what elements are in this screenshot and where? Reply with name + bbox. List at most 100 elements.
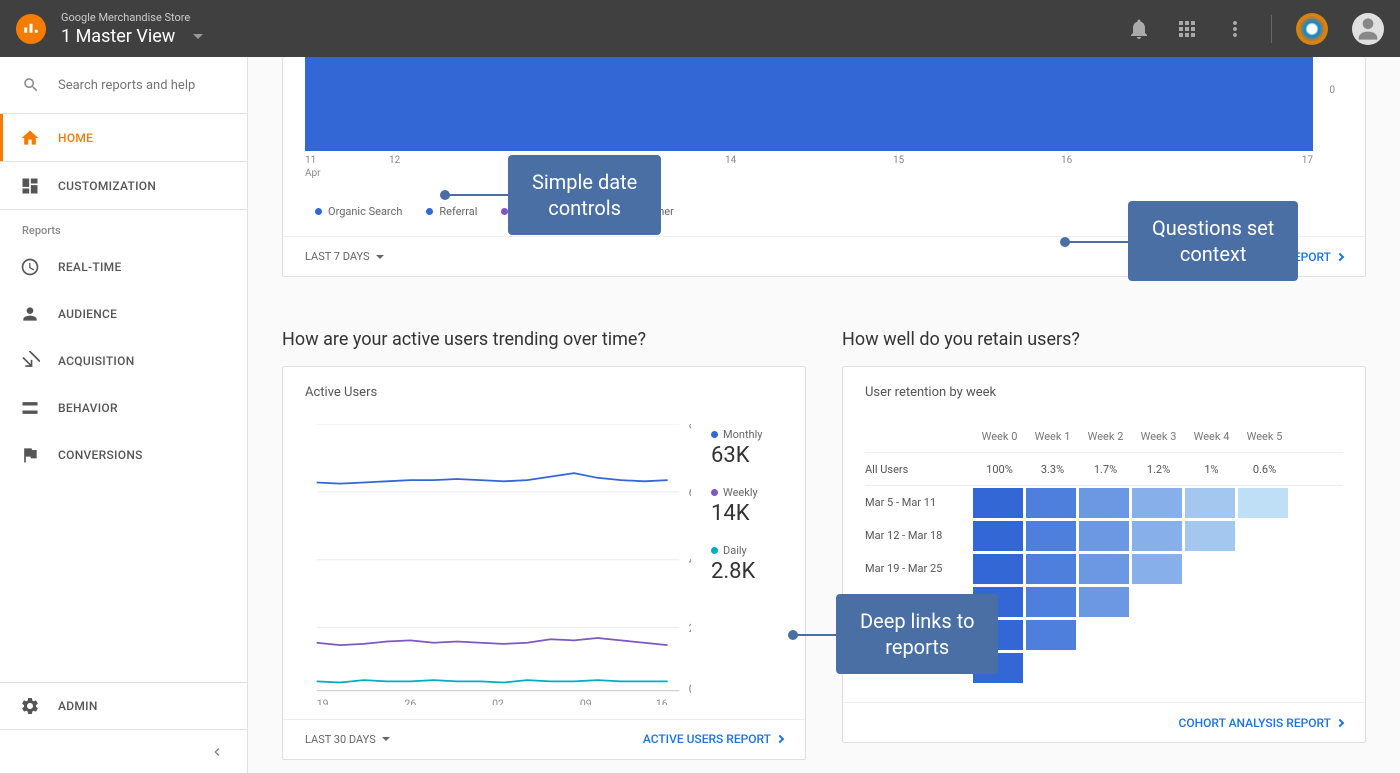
heat-cell	[973, 554, 1023, 584]
svg-text:19: 19	[317, 697, 329, 705]
date-range-selector[interactable]: Last 30 days	[305, 733, 390, 746]
table-cell: 3.3%	[1026, 463, 1079, 476]
heat-cell	[1079, 488, 1129, 518]
table-header: Week 5	[1238, 430, 1291, 443]
svg-text:16: 16	[656, 697, 668, 705]
heat-cell	[1238, 488, 1288, 518]
table-header: Week 0	[973, 430, 1026, 443]
callout-links: Deep links toreports	[836, 594, 998, 674]
table-cell: 0.6%	[1238, 463, 1291, 476]
heat-cell	[1079, 521, 1129, 551]
svg-text:60K: 60K	[689, 486, 691, 500]
table-row: Mar 5 - Mar 11	[865, 486, 1343, 519]
chevron-left-icon	[209, 744, 225, 760]
dashboard-avatar[interactable]	[1296, 13, 1328, 45]
table-header: Week 3	[1132, 430, 1185, 443]
heat-cell	[1026, 521, 1076, 551]
search-icon	[22, 76, 40, 94]
table-cell: 100%	[973, 463, 1026, 476]
active-users-question: How are your active users trending over …	[282, 329, 806, 350]
card-title: User retention by week	[843, 367, 1365, 412]
heat-cell	[1026, 488, 1076, 518]
legend-dot	[315, 208, 322, 215]
nav-audience[interactable]: AUDIENCE	[0, 290, 247, 337]
nav-behavior[interactable]: BEHAVIOR	[0, 384, 247, 431]
svg-text:0: 0	[689, 682, 691, 696]
table-row: Mar 19 - Mar 25	[865, 552, 1343, 585]
heat-cell	[1026, 587, 1076, 617]
svg-text:40K: 40K	[689, 553, 691, 567]
nav-realtime[interactable]: REAL-TIME	[0, 243, 247, 290]
stat-block: Weekly14K	[711, 486, 783, 526]
table-header: Week 1	[1026, 430, 1079, 443]
active-users-card: Active Users 80K 60K 40K 20K 0	[282, 366, 806, 760]
card-title: Active Users	[283, 367, 805, 412]
heat-cell	[1079, 587, 1129, 617]
chevron-right-icon	[1336, 252, 1344, 260]
legend-dot	[426, 208, 433, 215]
svg-text:20K: 20K	[689, 621, 691, 635]
ga-logo-icon	[16, 14, 46, 44]
bell-icon[interactable]	[1127, 17, 1151, 41]
svg-text:02: 02	[492, 697, 504, 705]
table-cell: 1.2%	[1132, 463, 1185, 476]
legend-item: Referral	[426, 205, 477, 218]
table-header: Week 2	[1079, 430, 1132, 443]
heat-cell	[973, 488, 1023, 518]
retention-card: User retention by week Week 0Week 1Week …	[842, 366, 1366, 743]
user-avatar[interactable]	[1352, 13, 1384, 45]
nav-customization[interactable]: CUSTOMIZATION	[0, 162, 247, 209]
x-tick: 15	[893, 155, 1061, 166]
table-cell: 1.7%	[1079, 463, 1132, 476]
row-label: Mar 12 - Mar 18	[865, 529, 973, 542]
heat-cell	[1132, 554, 1182, 584]
active-users-report-link[interactable]: ACTIVE USERS REPORT	[643, 732, 783, 746]
nav-acquisition[interactable]: ACQUISITION	[0, 337, 247, 384]
heat-cell	[1079, 554, 1129, 584]
reports-label: Reports	[0, 210, 247, 243]
heat-cell	[1026, 554, 1076, 584]
active-users-chart: 80K 60K 40K 20K 0 19 Mar 26 02	[305, 424, 691, 705]
svg-text:09: 09	[580, 697, 592, 705]
chevron-right-icon	[1336, 718, 1344, 726]
heat-cell	[1132, 521, 1182, 551]
heat-cell	[1185, 521, 1235, 551]
more-vert-icon[interactable]	[1223, 17, 1247, 41]
divider	[1271, 15, 1272, 43]
nav-admin[interactable]: ADMIN	[0, 682, 247, 729]
nav-home[interactable]: HOME	[0, 114, 247, 161]
chevron-down-icon	[193, 34, 203, 39]
date-range-selector[interactable]: Last 7 days	[305, 250, 384, 263]
table-cell: 1%	[1185, 463, 1238, 476]
apps-icon[interactable]	[1175, 17, 1199, 41]
callout-questions: Questions setcontext	[1128, 201, 1298, 281]
search-input[interactable]	[58, 78, 225, 93]
table-row: Mar 12 - Mar 18	[865, 519, 1343, 552]
heat-cell	[973, 521, 1023, 551]
stat-block: Daily2.8K	[711, 544, 783, 584]
bar-chart	[305, 57, 1313, 151]
chevron-down-icon	[376, 255, 384, 259]
nav-conversions[interactable]: CONVERSIONS	[0, 431, 247, 478]
view-selector[interactable]: 1 Master View	[61, 26, 203, 47]
store-name: Google Merchandise Store	[61, 11, 203, 24]
x-tick: 14	[725, 155, 893, 166]
legend-item: Organic Search	[315, 205, 402, 218]
heat-cell	[1026, 620, 1076, 650]
retention-question: How well do you retain users?	[842, 329, 1366, 350]
row-label: Mar 19 - Mar 25	[865, 562, 973, 575]
row-label: Mar 5 - Mar 11	[865, 496, 973, 509]
svg-text:80K: 80K	[689, 424, 691, 432]
cohort-report-link[interactable]: COHORT ANALYSIS REPORT	[1179, 716, 1343, 730]
chevron-right-icon	[776, 735, 784, 743]
table-header: Week 4	[1185, 430, 1238, 443]
x-tick: 16	[1061, 155, 1229, 166]
collapse-sidebar[interactable]	[0, 729, 247, 773]
svg-text:26: 26	[404, 697, 416, 705]
sidebar: HOME CUSTOMIZATION Reports REAL-TIME AUD…	[0, 57, 248, 773]
stat-block: Monthly63K	[711, 428, 783, 468]
callout-date: Simple datecontrols	[508, 155, 661, 235]
main-content: 0 11121314151617 Apr Organic SearchRefer…	[248, 57, 1400, 773]
app-header: Google Merchandise Store 1 Master View	[0, 0, 1400, 57]
x-tick: 11	[305, 155, 389, 166]
